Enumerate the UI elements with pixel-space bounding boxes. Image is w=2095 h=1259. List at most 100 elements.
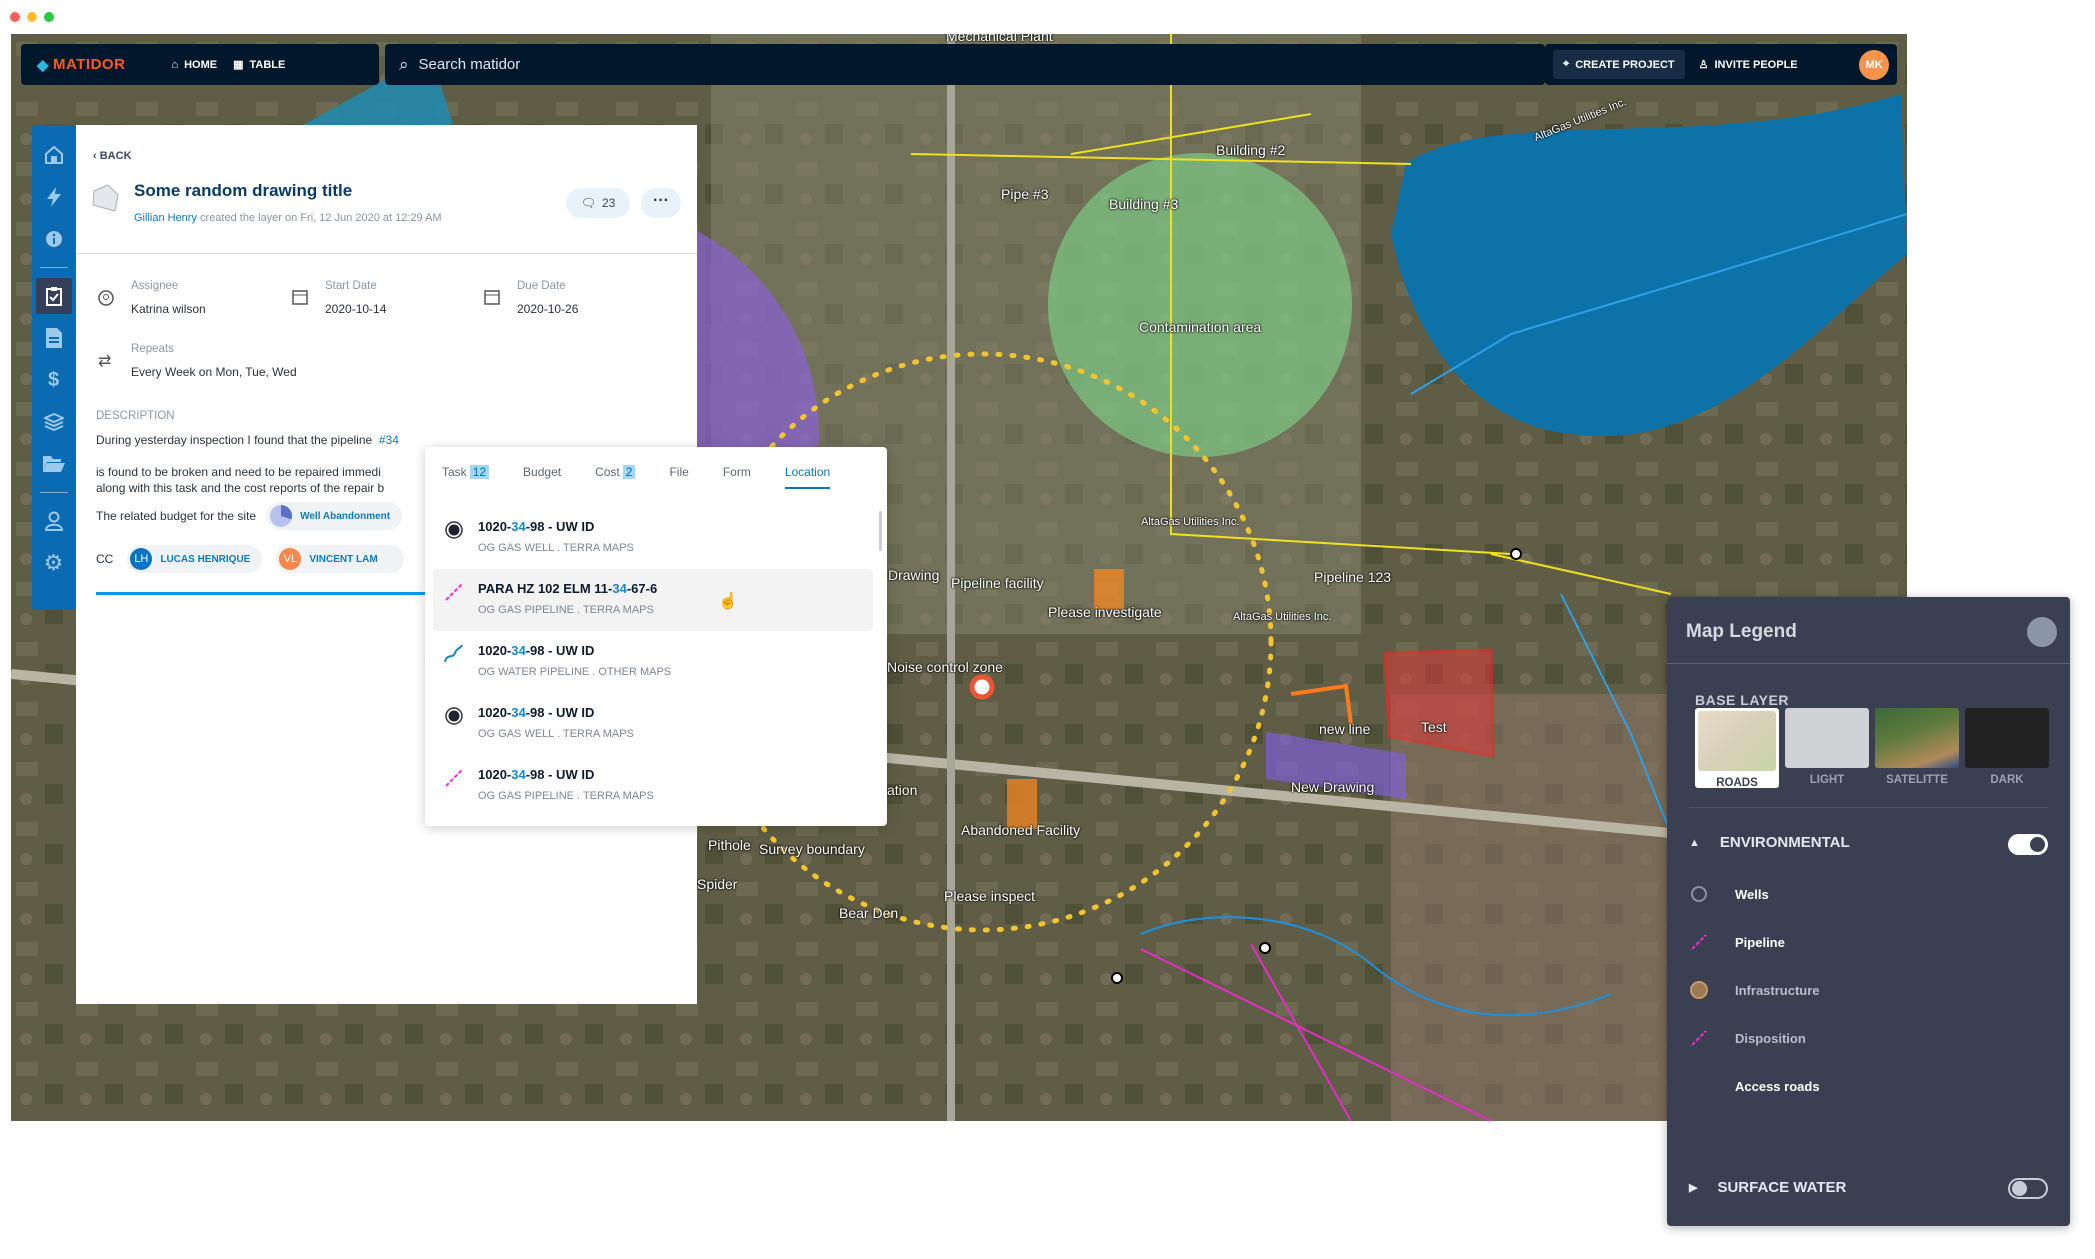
- home-button[interactable]: ⌂HOME: [171, 59, 217, 71]
- tab-label: Form: [723, 465, 751, 479]
- description-text: The related budget for the site: [96, 509, 256, 523]
- tab-label: File: [669, 465, 688, 479]
- due-date-field[interactable]: Due Date2020-10-26: [517, 280, 578, 316]
- sidebar-folder-icon[interactable]: [36, 446, 72, 482]
- base-layer-roads[interactable]: ROADS: [1695, 708, 1779, 788]
- title-part: 1020-: [478, 705, 511, 720]
- cc-label: CC: [96, 552, 113, 566]
- environmental-toggle[interactable]: [2008, 834, 2048, 855]
- back-button[interactable]: ‹ BACK: [93, 150, 132, 162]
- comment-count: 23: [602, 196, 615, 210]
- user-avatar[interactable]: MK: [1859, 50, 1889, 80]
- comments-button[interactable]: 🗨23: [566, 188, 630, 218]
- cc-chip[interactable]: VLVINCENT LAM: [276, 545, 403, 573]
- invite-people-button[interactable]: ♙INVITE PEOPLE: [1699, 58, 1798, 71]
- map-label: Please investigate: [1048, 604, 1162, 620]
- table-button[interactable]: ▦TABLE: [233, 58, 285, 71]
- search-bar[interactable]: ⌕ Search matidor: [385, 44, 1545, 85]
- legend-row-disposition[interactable]: Disposition: [1689, 1028, 1806, 1048]
- author-link[interactable]: Gillian Henry: [134, 212, 197, 224]
- location-item[interactable]: 1020-34-98 - UW ID OG GAS WELL . TERRA M…: [433, 693, 873, 755]
- polygon-icon: [90, 183, 120, 213]
- pipeline-tag-link[interactable]: #34: [379, 433, 399, 447]
- calendar-icon: [484, 288, 500, 305]
- topbar-nav: ◆MATIDOR ⌂HOME ▦TABLE: [21, 44, 379, 85]
- title-highlight: 34: [511, 519, 525, 534]
- create-project-button[interactable]: ⌖CREATE PROJECT: [1553, 50, 1685, 79]
- hand-cursor-icon: ☝: [718, 591, 738, 611]
- map-pin-plus-icon: ⌖: [1563, 58, 1569, 71]
- tab-label: Cost: [595, 465, 620, 479]
- sidebar-task-icon[interactable]: [36, 278, 72, 314]
- gas-pipeline-icon: [443, 767, 465, 789]
- legend-row-infrastructure[interactable]: Infrastructure: [1689, 980, 1820, 1000]
- surface-water-toggle[interactable]: [2008, 1178, 2048, 1199]
- start-date-field[interactable]: Start Date2020-10-14: [325, 280, 386, 316]
- tab-badge: 12: [470, 465, 489, 479]
- location-item-title: 1020-34-98 - UW ID: [478, 705, 594, 720]
- base-layer-light[interactable]: LIGHT: [1785, 708, 1869, 788]
- legend-row-label: Pipeline: [1735, 935, 1785, 950]
- sidebar-lightning-icon[interactable]: [36, 179, 72, 215]
- location-item[interactable]: 1020-34-98 - UW ID OG GAS WELL . TERRA M…: [433, 507, 873, 569]
- back-label: BACK: [100, 150, 132, 162]
- tab-location[interactable]: Location: [785, 465, 830, 489]
- location-item[interactable]: PARA HZ 102 ELM 11-34-67-6 OG GAS PIPELI…: [433, 569, 873, 631]
- location-item[interactable]: 1020-34-98 - UW ID OG WATER PIPELINE . O…: [433, 631, 873, 693]
- title-part: 1020-: [478, 767, 511, 782]
- scrollbar[interactable]: [879, 511, 882, 551]
- maximize-dot[interactable]: [44, 12, 54, 22]
- base-layer-tiles: ROADS LIGHT SATELITTE DARK: [1695, 708, 2049, 788]
- environmental-section-header[interactable]: ▲ENVIRONMENTAL: [1689, 834, 1850, 851]
- legend-title: Map Legend: [1686, 621, 1797, 643]
- base-layer-satellite[interactable]: SATELITTE: [1875, 708, 1959, 788]
- cc-chip[interactable]: LHLUCAS HENRIQUE: [127, 545, 262, 573]
- chevron-up-icon: ▲: [1689, 837, 1700, 849]
- location-item-subtitle: OG WATER PIPELINE . OTHER MAPS: [478, 666, 671, 678]
- roads-thumbnail: [1698, 711, 1776, 771]
- sidebar-home-icon[interactable]: [36, 137, 72, 173]
- tab-budget[interactable]: Budget: [523, 465, 561, 489]
- map-label: Survey boundary: [759, 841, 865, 857]
- search-input[interactable]: Search matidor: [419, 56, 521, 73]
- matidor-logo[interactable]: ◆MATIDOR: [37, 56, 125, 74]
- more-options-button[interactable]: ···: [641, 188, 681, 218]
- minimize-dot[interactable]: [27, 12, 37, 22]
- legend-row-pipeline[interactable]: Pipeline: [1689, 932, 1785, 952]
- sidebar-user-icon[interactable]: [36, 503, 72, 539]
- sidebar-layers-icon[interactable]: [36, 404, 72, 440]
- legend-row-access-roads[interactable]: Access roads: [1689, 1076, 1820, 1096]
- title-highlight: 34: [511, 767, 525, 782]
- contamination-circle[interactable]: [1048, 153, 1352, 457]
- tab-form[interactable]: Form: [723, 465, 751, 489]
- logo-icon: ◆: [37, 56, 49, 74]
- sidebar-dollar-icon[interactable]: $: [36, 362, 72, 398]
- user-icon: ♙: [1699, 58, 1709, 71]
- title-part: -98 - UW ID: [526, 643, 595, 658]
- assignee-field[interactable]: AssigneeKatrina wilson: [131, 280, 206, 316]
- budget-chip-label: Well Abandonment: [300, 511, 390, 522]
- location-item[interactable]: 1020-34-98 - UW ID OG GAS PIPELINE . TER…: [433, 755, 873, 817]
- surface-water-section-header[interactable]: ▶SURFACE WATER: [1689, 1179, 1846, 1196]
- map-label: AltaGas Utilities Inc.: [1141, 516, 1239, 528]
- repeats-field[interactable]: RepeatsEvery Week on Mon, Tue, Wed: [131, 343, 297, 379]
- assignee-label: Assignee: [131, 280, 206, 292]
- tab-file[interactable]: File: [669, 465, 688, 489]
- infrastructure-icon: [1689, 980, 1709, 1000]
- base-layer-dark[interactable]: DARK: [1965, 708, 2049, 788]
- close-dot[interactable]: [10, 12, 20, 22]
- legend-row-wells[interactable]: Wells: [1689, 884, 1769, 904]
- legend-row-label: Access roads: [1735, 1079, 1820, 1094]
- map-label: Building #3: [1109, 196, 1178, 212]
- water-pipeline-icon: [443, 643, 465, 665]
- tab-label: Budget: [523, 465, 561, 479]
- tab-cost[interactable]: Cost2: [595, 465, 635, 489]
- sidebar-document-icon[interactable]: [36, 320, 72, 356]
- sidebar-info-icon[interactable]: [36, 221, 72, 257]
- tab-task[interactable]: Task12: [442, 465, 489, 489]
- collapse-legend-icon[interactable]: [2027, 617, 2057, 647]
- well-icon: [1689, 884, 1709, 904]
- repeats-label: Repeats: [131, 343, 297, 355]
- sidebar-settings-icon[interactable]: ⚙: [36, 545, 72, 581]
- budget-chip[interactable]: Well Abandonment: [266, 502, 402, 530]
